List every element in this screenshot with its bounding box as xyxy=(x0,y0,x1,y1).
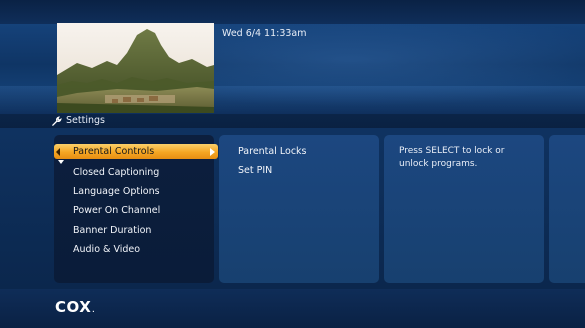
submenu: Parental Locks Set PIN xyxy=(238,144,307,182)
menu-item-audio-video[interactable]: Audio & Video xyxy=(54,240,218,259)
edge-panel xyxy=(549,135,585,283)
logo-text: COX xyxy=(55,298,92,316)
down-arrow-icon xyxy=(58,160,64,164)
menu-item-label: Power On Channel xyxy=(73,205,161,217)
menu-item-label: Closed Captioning xyxy=(73,167,160,178)
menu-item-label: Parental Controls xyxy=(73,146,155,157)
menu-item-power-on-channel[interactable]: Power On Channel xyxy=(54,201,218,220)
menu-item-parental-controls[interactable]: Parental Controls xyxy=(54,144,218,159)
menu-item-closed-captioning[interactable]: Closed Captioning xyxy=(54,163,218,182)
section-title: Settings xyxy=(52,115,105,126)
mountain-landscape-image xyxy=(57,23,214,113)
top-bar xyxy=(0,0,585,24)
settings-menu: Parental Controls Closed Captioning Lang… xyxy=(54,144,218,259)
submenu-item-parental-locks[interactable]: Parental Locks xyxy=(238,144,307,163)
logo-dot: . xyxy=(92,307,96,314)
menu-item-language-options[interactable]: Language Options xyxy=(54,182,218,201)
menu-item-label: Language Options xyxy=(73,186,160,198)
menu-item-banner-duration[interactable]: Banner Duration xyxy=(54,221,218,240)
hero-image xyxy=(57,23,214,113)
wrench-icon xyxy=(52,115,62,126)
menu-item-label: Audio & Video xyxy=(73,243,141,255)
arrow-left-icon xyxy=(56,148,60,156)
clock-display: Wed 6/4 11:33am xyxy=(222,28,307,39)
menu-item-label: Banner Duration xyxy=(73,224,152,236)
cox-logo: COX. xyxy=(55,298,95,316)
arrow-right-icon xyxy=(210,147,215,156)
submenu-item-set-pin[interactable]: Set PIN xyxy=(238,163,307,182)
help-text: Press SELECT to lock or unlock programs. xyxy=(399,146,505,169)
section-title-label: Settings xyxy=(66,115,105,126)
tv-guide-screen: Wed 6/4 11:33am Settings Parental Contro… xyxy=(0,0,585,328)
